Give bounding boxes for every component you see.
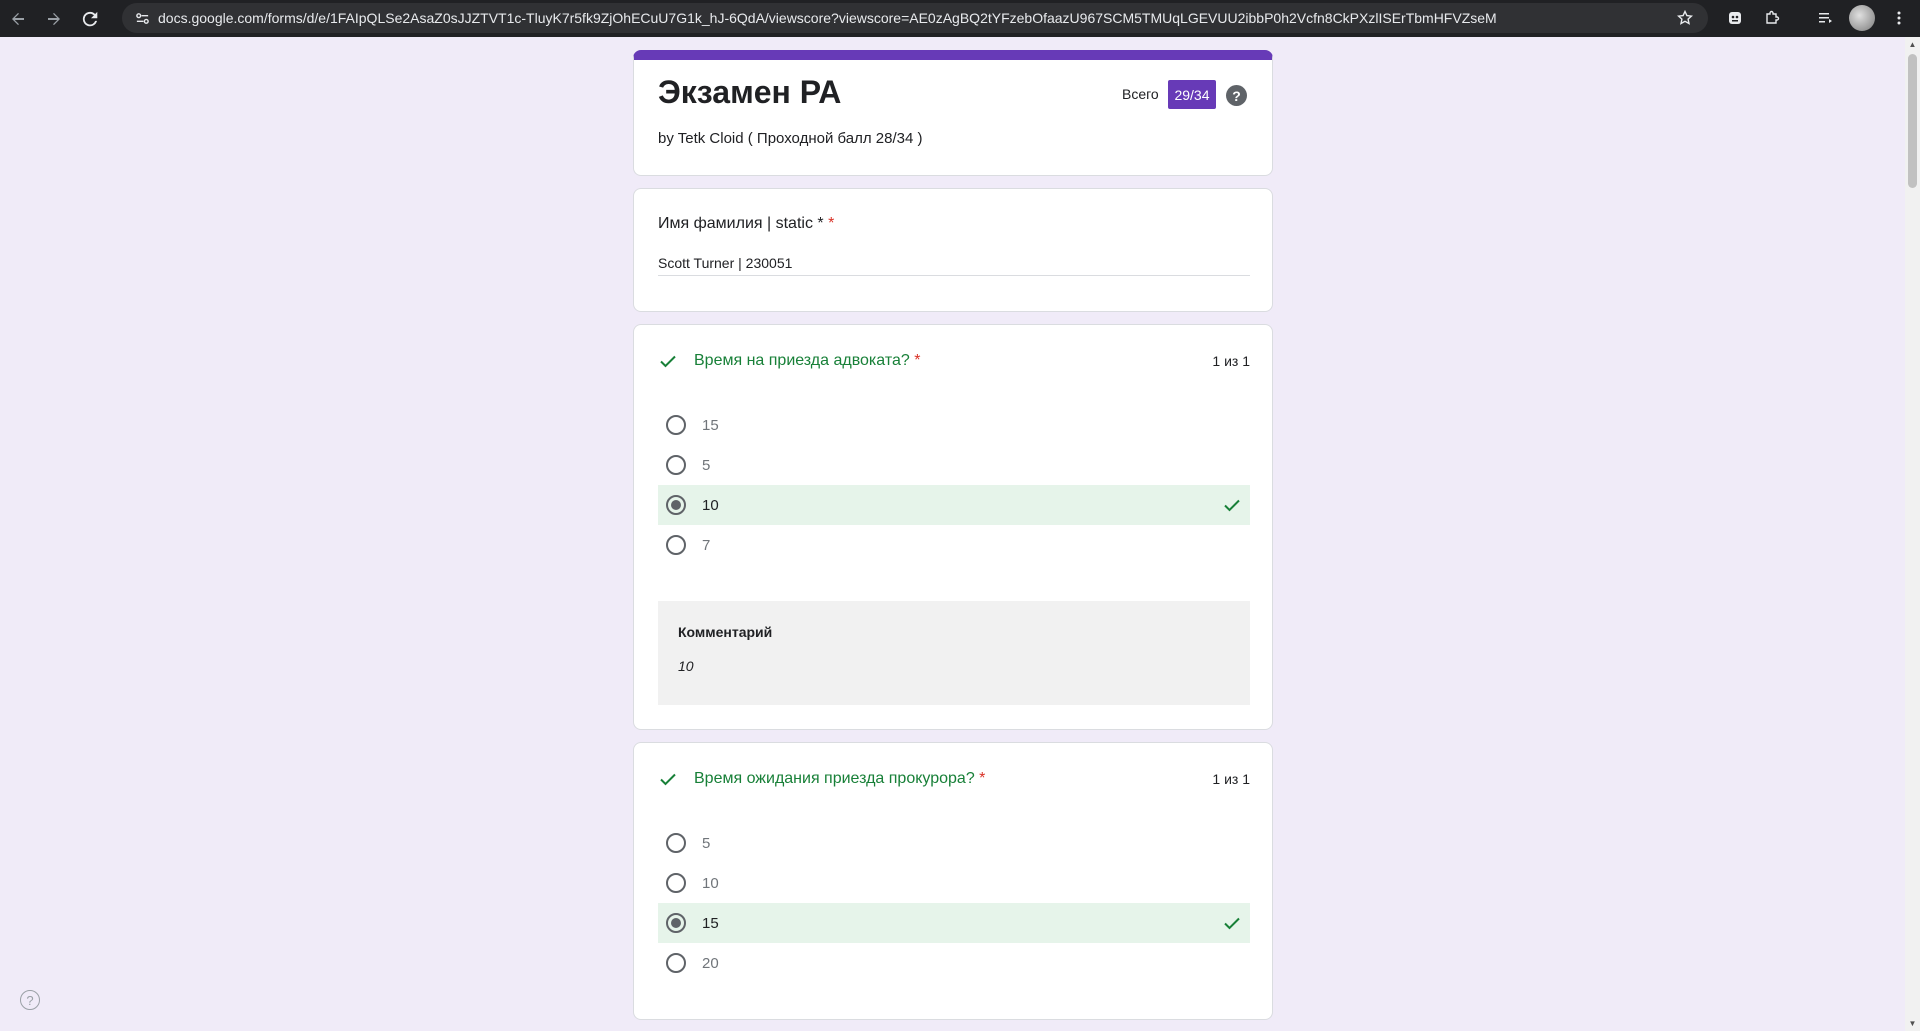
reload-button[interactable] bbox=[72, 0, 108, 37]
question-title-text: Время ожидания приезда прокурора? bbox=[694, 770, 975, 787]
scroll-thumb[interactable] bbox=[1908, 54, 1917, 188]
address-bar[interactable]: docs.google.com/forms/d/e/1FAIpQLSe2AsaZ… bbox=[122, 3, 1708, 33]
score-label: Всего bbox=[1122, 86, 1159, 102]
check-icon bbox=[660, 355, 676, 368]
question-card-2: Время ожидания приезда прокурора? * 1 из… bbox=[633, 742, 1273, 1020]
option-label: 15 bbox=[702, 416, 719, 434]
name-question-card: Имя фамилия | static * * Scott Turner | … bbox=[633, 188, 1273, 312]
radio-button-checked bbox=[666, 913, 686, 933]
bookmark-star-icon[interactable] bbox=[1670, 3, 1700, 33]
question-card-1: Время на приезда адвоката? * 1 из 1 15 5… bbox=[633, 324, 1273, 730]
question-title: Время ожидания приезда прокурора? * bbox=[694, 770, 985, 788]
form-description: by Tetk Cloid ( Проходной балл 28/34 ) bbox=[658, 130, 923, 147]
page-help-icon[interactable]: ? bbox=[20, 990, 40, 1010]
reload-icon bbox=[82, 11, 98, 26]
question-header: Время на приезда адвоката? * 1 из 1 bbox=[658, 349, 1250, 375]
required-asterisk: * bbox=[979, 770, 986, 787]
option-label: 10 bbox=[702, 496, 719, 514]
option-label: 20 bbox=[702, 954, 719, 972]
form-header-card: Экзамен РА by Tetk Cloid ( Проходной бал… bbox=[633, 50, 1273, 176]
option-item-selected-correct: 15 bbox=[658, 903, 1250, 943]
question-title: Время на приезда адвоката? * bbox=[694, 352, 920, 370]
arrow-left-icon bbox=[12, 12, 24, 25]
check-icon bbox=[660, 773, 676, 786]
required-asterisk: * bbox=[828, 215, 835, 232]
option-label: 7 bbox=[702, 536, 711, 554]
option-label: 15 bbox=[702, 914, 719, 932]
radio-button bbox=[666, 455, 686, 475]
option-item: 10 bbox=[658, 863, 1250, 903]
correct-check-icon bbox=[1224, 917, 1240, 930]
question-points: 1 из 1 bbox=[1212, 771, 1250, 787]
option-label: 5 bbox=[702, 834, 711, 852]
radio-button bbox=[666, 953, 686, 973]
question-title: Имя фамилия | static * * bbox=[658, 215, 834, 233]
options-list: 15 5 10 7 bbox=[658, 405, 1250, 565]
options-list: 5 10 15 20 bbox=[658, 823, 1250, 983]
question-header: Время ожидания приезда прокурора? * 1 из… bbox=[658, 767, 1250, 793]
back-button[interactable] bbox=[0, 0, 36, 37]
scroll-up-arrow-icon[interactable]: ▲ bbox=[1905, 37, 1920, 52]
page-scrollbar[interactable]: ▲ ▼ bbox=[1905, 37, 1920, 1031]
question-title-text: Время на приезда адвоката? bbox=[694, 352, 910, 369]
feedback-comment-box: Комментарий 10 bbox=[658, 601, 1250, 705]
url-text[interactable]: docs.google.com/forms/d/e/1FAIpQLSe2AsaZ… bbox=[158, 10, 1670, 26]
radio-button bbox=[666, 873, 686, 893]
form-title: Экзамен РА bbox=[658, 74, 842, 110]
radio-button bbox=[666, 833, 686, 853]
browser-toolbar: docs.google.com/forms/d/e/1FAIpQLSe2AsaZ… bbox=[0, 0, 1920, 37]
short-answer-response: Scott Turner | 230051 bbox=[658, 255, 1250, 276]
more-menu-icon[interactable] bbox=[1884, 3, 1914, 33]
question-points: 1 из 1 bbox=[1212, 353, 1250, 369]
option-item-selected-correct: 10 bbox=[658, 485, 1250, 525]
option-item: 20 bbox=[658, 943, 1250, 983]
help-icon[interactable]: ? bbox=[1226, 85, 1247, 106]
option-item: 7 bbox=[658, 525, 1250, 565]
option-item: 5 bbox=[658, 823, 1250, 863]
reading-list-icon[interactable] bbox=[1810, 3, 1840, 33]
radio-button bbox=[666, 535, 686, 555]
option-label: 10 bbox=[702, 874, 719, 892]
puzzle-extensions-icon[interactable] bbox=[1757, 3, 1787, 33]
comment-label: Комментарий bbox=[678, 624, 773, 640]
score-badge: 29/34 bbox=[1168, 80, 1216, 109]
extension-icon[interactable] bbox=[1720, 3, 1750, 33]
radio-button-checked bbox=[666, 495, 686, 515]
option-label: 5 bbox=[702, 456, 711, 474]
scroll-down-arrow-icon[interactable]: ▼ bbox=[1905, 1016, 1920, 1031]
required-asterisk: * bbox=[914, 352, 921, 369]
correct-check-icon bbox=[1224, 499, 1240, 512]
radio-button bbox=[666, 415, 686, 435]
question-title-text: Имя фамилия | static * bbox=[658, 215, 824, 232]
site-info-icon[interactable] bbox=[128, 3, 156, 33]
option-item: 5 bbox=[658, 445, 1250, 485]
forward-button[interactable] bbox=[36, 0, 72, 37]
comment-text: 10 bbox=[678, 658, 694, 674]
profile-avatar[interactable] bbox=[1849, 5, 1875, 31]
option-item: 15 bbox=[658, 405, 1250, 445]
arrow-right-icon bbox=[48, 12, 60, 25]
